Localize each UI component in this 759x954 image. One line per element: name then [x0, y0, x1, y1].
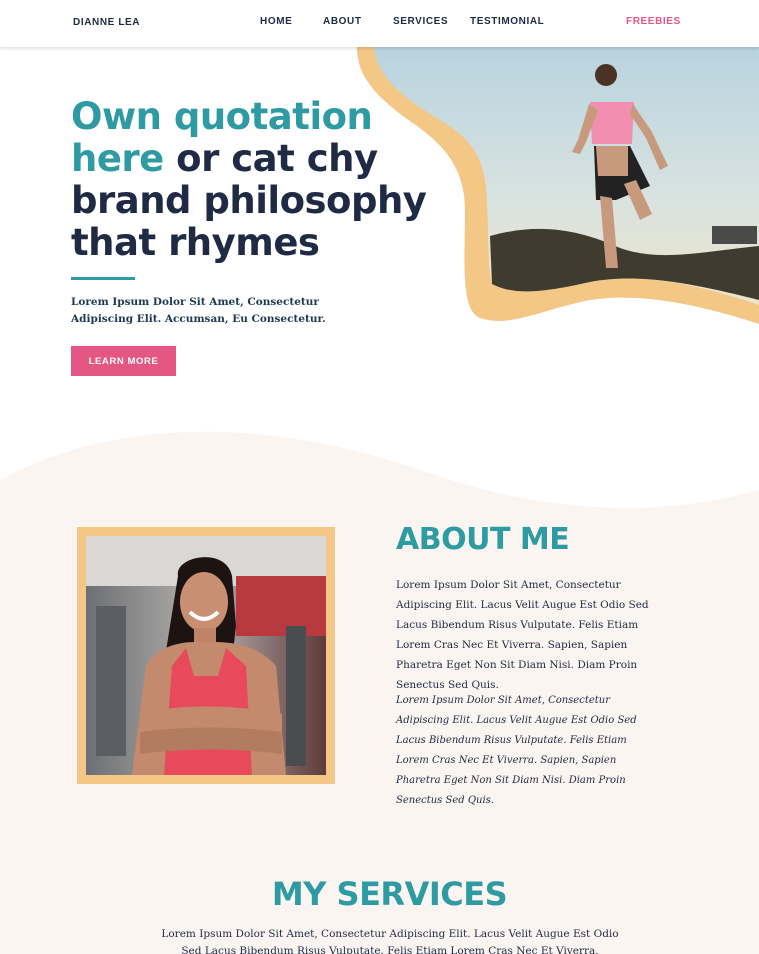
about-heading: ABOUT ME: [396, 522, 570, 557]
hero-headline: Own quotation here or cat chy brand phil…: [71, 96, 461, 264]
nav-about-link[interactable]: ABOUT: [323, 16, 362, 27]
about-paragraph-1: Lorem Ipsum Dolor Sit Amet, Consectetur …: [396, 579, 649, 691]
about-photo-frame: [77, 527, 335, 784]
nav-services-link[interactable]: SERVICES: [393, 16, 448, 27]
about-portrait-photo: [86, 536, 326, 775]
site-header: DIANNE LEA HOME ABOUT SERVICES TESTIMONI…: [0, 0, 759, 47]
nav-testimonial-link[interactable]: TESTIMONIAL: [470, 16, 544, 27]
hero-subtitle: Lorem Ipsum Dolor Sit Amet, Consectetur …: [71, 296, 326, 325]
nav-freebies-link[interactable]: FREEBIES: [626, 16, 681, 27]
hero-divider: [71, 277, 135, 280]
about-paragraph-2: Lorem Ipsum Dolor Sit Amet, Consectetur …: [396, 695, 637, 806]
nav-home-link[interactable]: HOME: [260, 16, 292, 27]
site-logo[interactable]: DIANNE LEA: [73, 17, 140, 28]
services-heading: MY SERVICES: [271, 875, 508, 913]
learn-more-button[interactable]: LEARN MORE: [71, 346, 176, 376]
services-intro-text: Lorem Ipsum Dolor Sit Amet, Consectetur …: [161, 928, 619, 954]
